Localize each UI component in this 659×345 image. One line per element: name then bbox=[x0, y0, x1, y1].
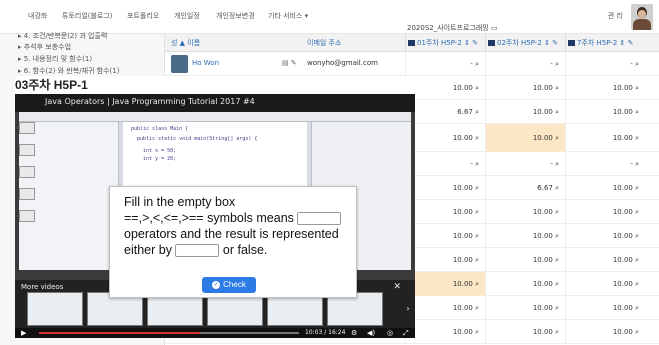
nav-other-services[interactable]: 기타 서비스 ▾ bbox=[268, 11, 308, 21]
video-thumbnail[interactable] bbox=[27, 292, 83, 326]
header-col3[interactable]: 7주차 H5P-2 ⇕ ✎ bbox=[568, 38, 634, 48]
grade-cell[interactable]: 10.00 ⌕ bbox=[405, 76, 485, 100]
sidebar-item-week5[interactable]: ▸ 5. 내용정리 및 함수(1) bbox=[18, 54, 92, 64]
assignment-icon bbox=[408, 40, 415, 46]
player-titlebar: Java Operators | Java Programming Tutori… bbox=[15, 94, 415, 112]
close-icon[interactable]: ✕ bbox=[393, 282, 401, 292]
nav-tutorial-blog[interactable]: 튜토리얼(블로그) bbox=[62, 11, 113, 21]
user-name[interactable]: 관 리 bbox=[608, 11, 623, 21]
play-icon[interactable]: ▶ bbox=[21, 328, 26, 338]
grade-cell[interactable]: 10.00 ⌕ bbox=[485, 296, 565, 320]
grade-cell[interactable]: 10.00 ⌕ bbox=[405, 224, 485, 248]
player-controls: ▶ 10:03 / 16:24 ⚙ ◀) ◎ ⤢ bbox=[15, 328, 415, 338]
progress-bar[interactable] bbox=[39, 332, 299, 334]
grade-cell[interactable]: - ⌕ bbox=[405, 52, 485, 76]
next-arrow-icon[interactable]: › bbox=[403, 302, 413, 316]
grade-cell[interactable]: 10.00 ⌕ bbox=[565, 224, 645, 248]
grade-cell[interactable]: 10.00 ⌕ bbox=[405, 124, 485, 152]
h5p-video-panel: 03주차 H5P-1 public class Main { public st… bbox=[15, 76, 415, 338]
grade-cell[interactable]: 10.00 ⌕ bbox=[485, 76, 565, 100]
table-row: Ho Won ▤ ✎ wonyho@gmail.com - ⌕ - ⌕ - ⌕ bbox=[165, 52, 659, 76]
nav-portfolio[interactable]: 포트폴리오 bbox=[127, 11, 159, 21]
time-display: 10:03 / 16:24 bbox=[305, 329, 346, 336]
row-action-icons[interactable]: ▤ ✎ bbox=[282, 59, 297, 67]
grade-cell[interactable]: 6.67 ⌕ bbox=[405, 100, 485, 124]
grade-cell[interactable]: 10.00 ⌕ bbox=[485, 320, 565, 344]
grade-cell[interactable]: - ⌕ bbox=[565, 52, 645, 76]
video-title: 03주차 H5P-1 bbox=[15, 78, 88, 92]
grade-cell[interactable]: 10.00 ⌕ bbox=[565, 124, 645, 152]
grade-cell[interactable]: 10.00 ⌕ bbox=[405, 176, 485, 200]
grade-cell[interactable]: 10.00 ⌕ bbox=[485, 100, 565, 124]
grade-cell[interactable]: 10.00 ⌕ bbox=[565, 296, 645, 320]
quiz-line-4: either by or false. bbox=[124, 243, 268, 258]
grade-cell[interactable]: 10.00 ⌕ bbox=[485, 248, 565, 272]
header-col2[interactable]: 02주차 H5P-2 ⇕ ✎ bbox=[488, 38, 558, 48]
player-title[interactable]: Java Operators | Java Programming Tutori… bbox=[45, 97, 255, 106]
more-videos-label: More videos bbox=[21, 283, 64, 291]
quiz-line-3: operators and the result is represented bbox=[124, 227, 339, 241]
video-player[interactable]: public class Main { public static void m… bbox=[15, 94, 415, 338]
header-name[interactable]: 성 ▲ 이름 bbox=[171, 38, 200, 48]
header-email[interactable]: 이메일 주소 bbox=[307, 38, 341, 48]
grade-cell[interactable]: 10.00 ⌕ bbox=[565, 76, 645, 100]
table-header: 성 ▲ 이름 이메일 주소 01주차 H5P-2 ⇕ ✎ 02주차 H5P-2 … bbox=[165, 34, 659, 52]
grade-cell-highlighted[interactable]: 10.00 ⌕ bbox=[405, 272, 485, 296]
check-button[interactable]: ✓ Check bbox=[202, 277, 256, 293]
quiz-line-1: Fill in the empty box bbox=[124, 195, 236, 209]
nav-profile-edit[interactable]: 개인정보변경 bbox=[216, 11, 255, 21]
grade-cell-highlighted[interactable]: 10.00 ⌕ bbox=[485, 124, 565, 152]
grade-cell[interactable]: 10.00 ⌕ bbox=[565, 320, 645, 344]
grade-cell[interactable]: - ⌕ bbox=[485, 152, 565, 176]
grade-cell[interactable]: 10.00 ⌕ bbox=[405, 200, 485, 224]
grade-cell[interactable]: 10.00 ⌕ bbox=[485, 224, 565, 248]
grade-cell[interactable]: 10.00 ⌕ bbox=[565, 248, 645, 272]
grade-cell[interactable]: - ⌕ bbox=[485, 52, 565, 76]
answer-input-2[interactable] bbox=[175, 244, 220, 258]
grade-cell[interactable]: 10.00 ⌕ bbox=[405, 296, 485, 320]
student-name[interactable]: Ho Won bbox=[192, 59, 219, 67]
check-circle-icon: ✓ bbox=[212, 280, 221, 289]
settings-icon[interactable]: ⚙ bbox=[351, 328, 357, 338]
student-email: wonyho@gmail.com bbox=[307, 59, 378, 67]
quiz-line-2: ==,>,<,<=,>== symbols means bbox=[124, 211, 342, 226]
progress-fill bbox=[39, 332, 201, 334]
grade-cell[interactable]: 10.00 ⌕ bbox=[565, 272, 645, 296]
fullscreen-icon[interactable]: ⤢ bbox=[403, 328, 409, 338]
grade-cell[interactable]: 10.00 ⌕ bbox=[405, 248, 485, 272]
sidebar-item-makeup[interactable]: ▸ 추석후 보충수업 bbox=[18, 42, 71, 52]
grade-cell[interactable]: - ⌕ bbox=[565, 152, 645, 176]
grade-cell[interactable]: 10.00 ⌕ bbox=[405, 320, 485, 344]
grade-cell[interactable]: 10.00 ⌕ bbox=[485, 272, 565, 296]
sidebar-item-week6[interactable]: ▸ 6. 함수(2) 와 반복/재귀 함수(1) bbox=[18, 66, 119, 76]
chapters-icon[interactable]: ◎ bbox=[387, 328, 393, 338]
grade-cell[interactable]: 10.00 ⌕ bbox=[565, 176, 645, 200]
grade-cell[interactable]: 10.00 ⌕ bbox=[485, 200, 565, 224]
answer-input-1[interactable] bbox=[297, 212, 342, 226]
student-avatar bbox=[171, 55, 188, 73]
volume-icon[interactable]: ◀) bbox=[367, 328, 375, 338]
gradebook-title: 2020S2_사이트프로그래밍 ▭ bbox=[407, 24, 498, 32]
grade-cell[interactable]: 6.67 ⌕ bbox=[485, 176, 565, 200]
slide-strip bbox=[19, 122, 35, 272]
grade-cell[interactable]: 10.00 ⌕ bbox=[565, 200, 645, 224]
sidebar-item-week4[interactable]: ▸ 4. 조건/반복문(2) 과 입출력 bbox=[18, 31, 107, 41]
grade-cell[interactable]: - ⌕ bbox=[405, 152, 485, 176]
nav-personal-schedule[interactable]: 개인일정 bbox=[174, 11, 200, 21]
fill-in-blank-quiz: Fill in the empty box ==,>,<,<=,>== symb… bbox=[109, 186, 357, 298]
nav-my-courses[interactable]: 내강좌 bbox=[28, 11, 47, 21]
assignment-icon bbox=[488, 40, 495, 46]
header-col1[interactable]: 01주차 H5P-2 ⇕ ✎ bbox=[408, 38, 478, 48]
assignment-icon bbox=[568, 40, 575, 46]
grade-cell[interactable]: 10.00 ⌕ bbox=[565, 100, 645, 124]
